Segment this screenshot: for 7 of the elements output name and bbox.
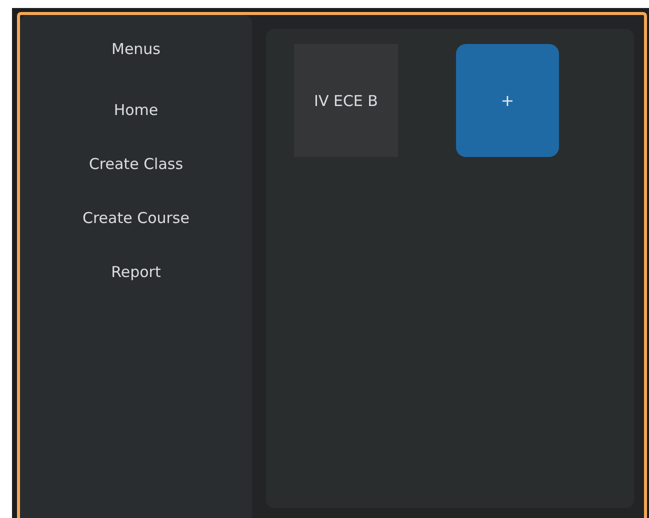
class-tile[interactable]: IV ECE B <box>294 44 398 157</box>
sidebar-title: Menus <box>112 39 160 59</box>
add-class-button[interactable]: + <box>456 44 559 157</box>
sidebar-item[interactable]: Report <box>111 262 161 283</box>
sidebar-item[interactable]: Home <box>114 100 158 121</box>
sidebar-item[interactable]: Create Class <box>88 154 184 175</box>
sidebar-item[interactable]: Create Course <box>82 208 190 229</box>
